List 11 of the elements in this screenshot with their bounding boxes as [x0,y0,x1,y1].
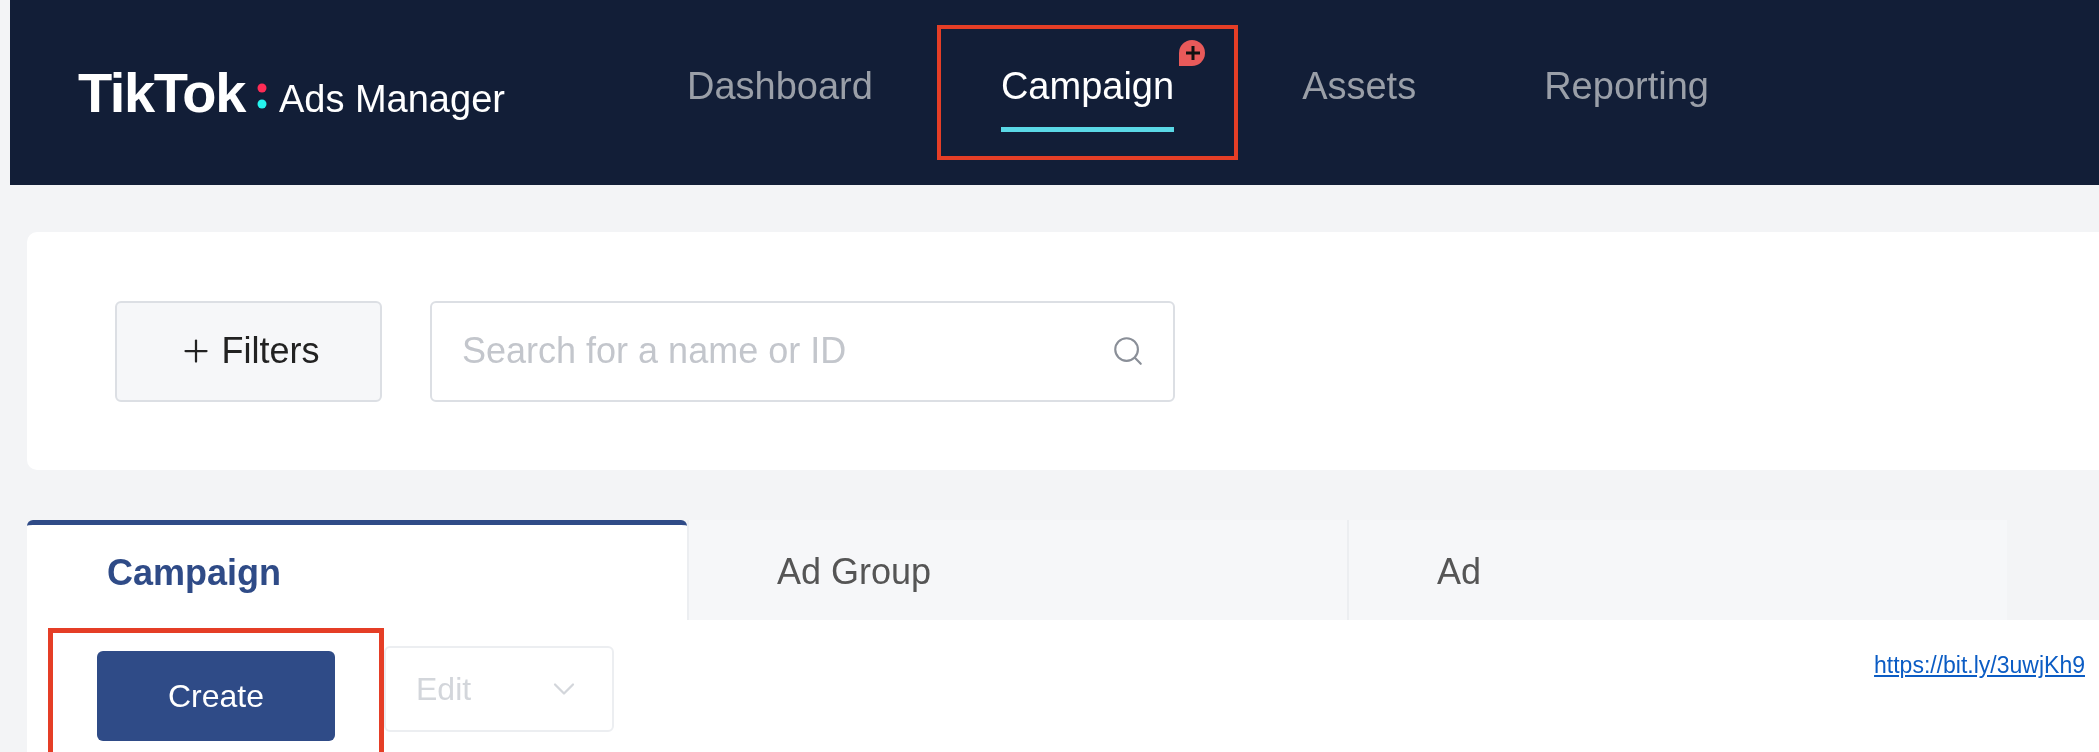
nav-tab[interactable]: Campaign [1000,53,1175,132]
link[interactable]: https://bit.ly/3uwjKh9 [1874,648,2085,683]
tab[interactable]: Campaign [27,520,687,620]
nav-tab[interactable]: Reporting [1544,53,1709,132]
nav-tab[interactable]: Assets [1302,53,1417,132]
search-field[interactable]: Search for a name or ID [430,300,1175,402]
nav-tab[interactable]: Dashboard [687,53,873,132]
logo: TikTok [78,59,245,126]
create-button[interactable]: Create [97,651,335,741]
logo-subtitle: Ads Manager [278,76,505,122]
filters-button[interactable]: Filters [115,300,382,402]
